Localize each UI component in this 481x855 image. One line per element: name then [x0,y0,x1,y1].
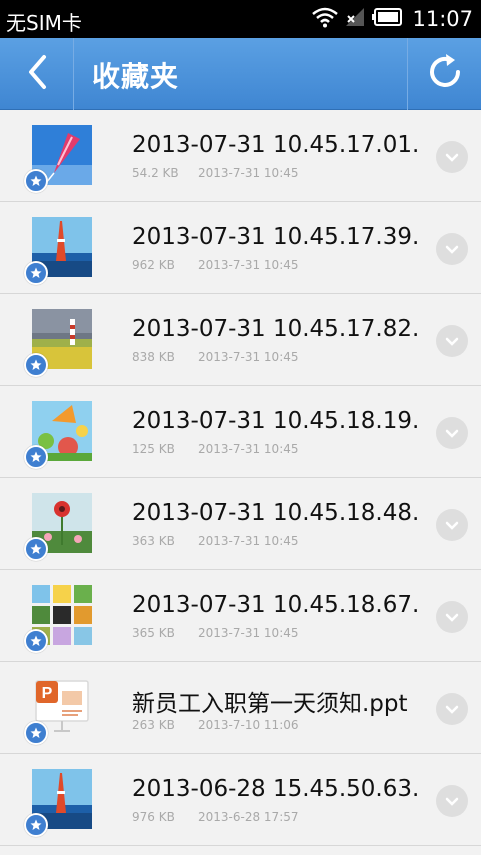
file-name: 2013-07-31 10.45.18.48. [132,500,420,526]
list-item[interactable]: 2013-07-31 10.45.18.19. 125 KB 2013-7-31… [0,386,481,478]
expand-button[interactable] [436,601,468,633]
file-date: 2013-7-31 10:45 [198,166,299,180]
star-icon [30,632,42,651]
file-size: 125 KB [132,442,175,456]
chevron-down-icon [445,424,459,443]
favorite-star-badge [24,445,48,469]
battery-icon [372,8,403,30]
list-item[interactable]: 2013-07-31 10.45.17.82. 838 KB 2013-7-31… [0,294,481,386]
favorite-star-badge [24,721,48,745]
refresh-button[interactable] [407,38,481,110]
file-date: 2013-7-31 10:45 [198,626,299,640]
star-icon [30,724,42,743]
back-button[interactable] [0,38,74,110]
expand-button[interactable] [436,141,468,173]
expand-button[interactable] [436,693,468,725]
app-bar: 收藏夹 [0,38,481,110]
file-date: 2013-7-10 11:06 [198,718,299,732]
file-size: 263 KB [132,718,175,732]
file-name: 2013-07-31 10.45.18.19. [132,408,420,434]
star-icon [30,264,42,283]
favorite-star-badge [24,537,48,561]
svg-text:P: P [42,685,53,702]
file-name: 2013-07-31 10.45.17.82. [132,316,420,342]
file-size: 365 KB [132,626,175,640]
file-date: 2013-6-28 17:57 [198,810,299,824]
file-date: 2013-7-31 10:45 [198,534,299,548]
star-icon [30,448,42,467]
favorite-star-badge [24,261,48,285]
chevron-down-icon [445,700,459,719]
chevron-left-icon [26,54,48,94]
file-name: 2013-07-31 10.45.17.39. [132,224,420,250]
list-item[interactable]: P 新员工入职第一天须知.ppt 263 KB 2013-7-10 11:06 [0,662,481,754]
file-name: 2013-07-31 10.45.17.01. [132,132,420,158]
list-item[interactable]: 2013-06-28 15.45.50.63. 976 KB 2013-6-28… [0,754,481,846]
chevron-down-icon [445,608,459,627]
expand-button[interactable] [436,233,468,265]
file-size: 838 KB [132,350,175,364]
page-title: 收藏夹 [92,60,180,93]
wifi-icon [312,6,339,32]
expand-button[interactable] [436,509,468,541]
star-icon [30,540,42,559]
star-icon [30,356,42,375]
list-item[interactable]: 2013-07-31 10.45.17.39. 962 KB 2013-7-31… [0,202,481,294]
status-icons: 11:07 [312,6,473,32]
chevron-down-icon [445,148,459,167]
file-size: 962 KB [132,258,175,272]
no-signal-icon [344,6,366,32]
clock: 11:07 [412,7,473,31]
chevron-down-icon [445,240,459,259]
refresh-icon [425,52,465,96]
file-size: 976 KB [132,810,175,824]
favorites-list: 2013-07-31 10.45.17.01. 54.2 KB 2013-7-3… [0,110,481,846]
chevron-down-icon [445,332,459,351]
favorite-star-badge [24,169,48,193]
file-date: 2013-7-31 10:45 [198,258,299,272]
star-icon [30,172,42,191]
carrier-label: 无SIM卡 [6,11,82,35]
favorite-star-badge [24,353,48,377]
expand-button[interactable] [436,785,468,817]
file-date: 2013-7-31 10:45 [198,442,299,456]
list-item[interactable]: 2013-07-31 10.45.18.48. 363 KB 2013-7-31… [0,478,481,570]
favorite-star-badge [24,629,48,653]
star-icon [30,816,42,835]
list-item[interactable]: 2013-07-31 10.45.17.01. 54.2 KB 2013-7-3… [0,110,481,202]
file-size: 363 KB [132,534,175,548]
file-name: 2013-07-31 10.45.18.67. [132,592,420,618]
status-bar: 无SIM卡 11:07 [0,0,481,38]
list-item[interactable]: 2013-07-31 10.45.18.67. 365 KB 2013-7-31… [0,570,481,662]
favorite-star-badge [24,813,48,837]
file-size: 54.2 KB [132,166,179,180]
file-name: 2013-06-28 15.45.50.63. [132,776,420,802]
expand-button[interactable] [436,325,468,357]
chevron-down-icon [445,792,459,811]
expand-button[interactable] [436,417,468,449]
chevron-down-icon [445,516,459,535]
file-date: 2013-7-31 10:45 [198,350,299,364]
file-name: 新员工入职第一天须知.ppt [132,691,408,717]
